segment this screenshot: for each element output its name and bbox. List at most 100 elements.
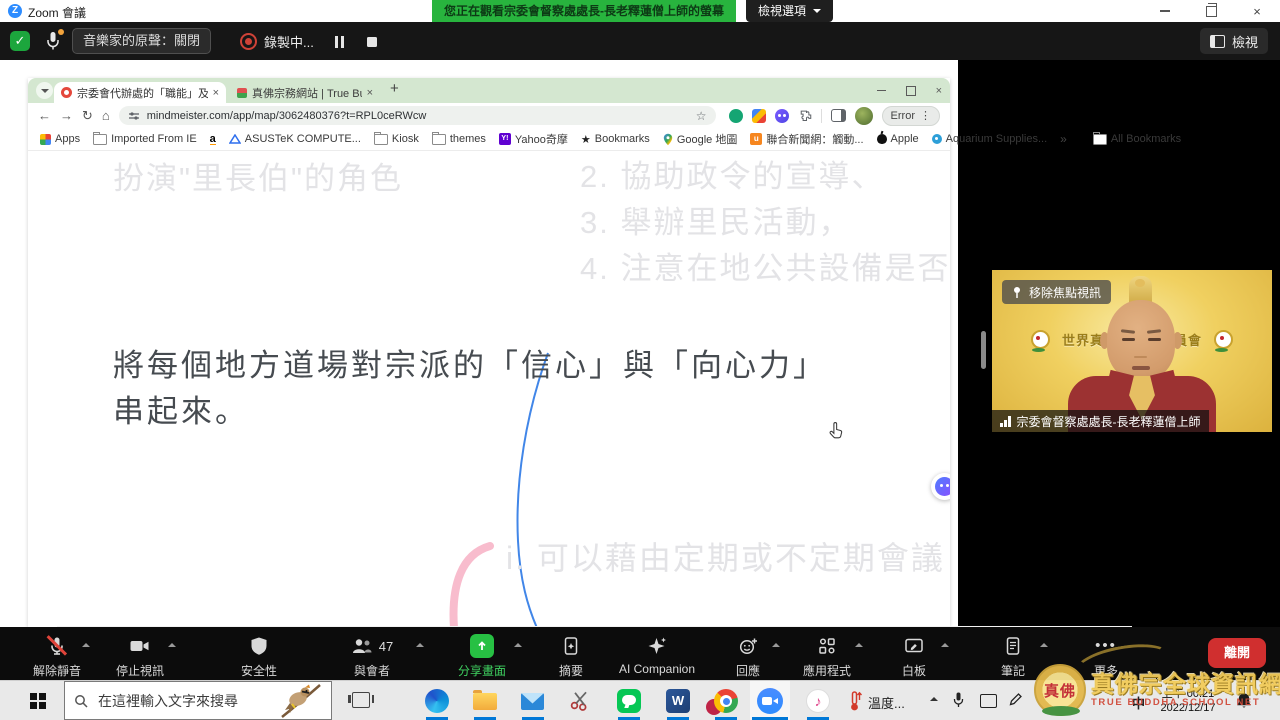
video-options-chevron[interactable] <box>168 643 176 647</box>
share-options-chevron[interactable] <box>514 643 522 647</box>
view-button[interactable]: 檢視 <box>1200 28 1268 54</box>
taskbar-explorer[interactable] <box>473 689 497 713</box>
bookmark-apple[interactable]: Apple <box>877 133 919 145</box>
taskbar-edge[interactable] <box>425 689 449 713</box>
url-text[interactable]: mindmeister.com/app/map/3062480376?t=RPL… <box>147 110 689 122</box>
reactions-chevron[interactable] <box>772 643 780 647</box>
whiteboard-button[interactable]: 白板 <box>874 634 954 679</box>
mindmap-node-faded[interactable]: i. 可以藉由定期或不定期會議 <box>506 533 945 579</box>
browser-minimize-icon[interactable] <box>877 90 886 92</box>
temperature-widget[interactable] <box>848 690 862 717</box>
mindmap-node-faded[interactable]: 扮演"里長伯"的角色 <box>113 153 403 198</box>
audio-options-chevron[interactable] <box>82 643 90 647</box>
pause-recording-button[interactable] <box>335 36 344 48</box>
ime-indicator[interactable]: 中 <box>1132 693 1145 712</box>
new-tab-button[interactable]: + <box>390 80 399 97</box>
tray-mic-icon[interactable] <box>952 691 965 714</box>
notes-chevron[interactable] <box>1040 643 1048 647</box>
side-panel-icon[interactable] <box>831 109 846 122</box>
taskbar-search[interactable] <box>64 681 332 720</box>
home-button[interactable]: ⌂ <box>102 109 110 122</box>
bookmark-asus[interactable]: ASUSTeK COMPUTE... <box>229 133 361 145</box>
mindmap-node-main[interactable]: 將每個地方道場對宗派的「信心」與「向心力」 串起來。 <box>113 343 827 435</box>
taskbar-snipping[interactable] <box>569 689 593 713</box>
remove-spotlight-button[interactable]: 移除焦點視訊 <box>1002 280 1111 304</box>
extensions-puzzle-icon[interactable] <box>798 109 812 123</box>
browser-close-icon[interactable]: × <box>936 85 942 97</box>
bookmark-kiosk-folder[interactable]: Kiosk <box>374 133 419 145</box>
reload-button[interactable]: ↻ <box>82 109 93 122</box>
mindmap-canvas[interactable]: 扮演"里長伯"的角色 2. 協助政令的宣導、 3. 舉辦里民活動， 4. 注意在… <box>28 151 950 627</box>
stop-recording-button[interactable] <box>367 37 377 47</box>
mindmap-node-faded[interactable]: 2. 協助政令的宣導、 <box>580 151 884 196</box>
tab-mindmeister[interactable]: 宗委會代辦處的「職能」及「權限 × <box>54 82 226 103</box>
apps-button[interactable]: 應用程式 <box>787 634 867 679</box>
participants-chevron[interactable] <box>416 643 424 647</box>
minimize-button[interactable] <box>1142 0 1188 22</box>
temperature-label[interactable]: 溫度... <box>868 693 905 712</box>
extension-icon-assistant[interactable] <box>775 109 789 123</box>
all-bookmarks[interactable]: All Bookmarks <box>1093 133 1181 145</box>
bookmark-apps[interactable]: Apps <box>40 133 80 145</box>
forward-button[interactable]: → <box>60 109 73 122</box>
tray-pen-icon[interactable] <box>1008 692 1023 712</box>
taskbar-word[interactable]: W <box>666 689 690 713</box>
task-view-button[interactable] <box>352 692 370 708</box>
share-screen-button[interactable]: 分享畫面 <box>442 634 522 679</box>
browser-menu-icon[interactable]: ⋮ <box>920 109 931 122</box>
security-button[interactable]: 安全性 <box>219 634 299 679</box>
video-panel-handle[interactable] <box>981 331 986 369</box>
taskbar-chrome[interactable] <box>714 689 738 713</box>
taskbar-mail[interactable] <box>521 689 545 713</box>
tab-true-buddha[interactable]: 真佛宗務網站 | True Buddha Sc × <box>230 82 380 103</box>
stop-video-button[interactable]: 停止視訊 <box>100 634 180 679</box>
profile-avatar[interactable] <box>855 107 873 125</box>
bookmark-aquarium[interactable]: Aquarium Supplies... <box>932 133 1048 145</box>
whiteboard-chevron[interactable] <box>941 643 949 647</box>
back-button[interactable]: ← <box>38 109 51 122</box>
tab-close-icon[interactable]: × <box>213 87 219 99</box>
bookmark-bookmarks[interactable]: ★Bookmarks <box>581 133 650 146</box>
address-bar[interactable]: mindmeister.com/app/map/3062480376?t=RPL… <box>119 106 716 125</box>
notes-button[interactable]: 筆記 <box>973 634 1053 679</box>
leave-button[interactable]: 離開 <box>1208 638 1266 668</box>
taskbar-itunes[interactable]: ♪ <box>806 689 830 713</box>
tray-expand-chevron[interactable] <box>930 697 938 701</box>
summary-button[interactable]: 摘要 <box>531 634 611 679</box>
ai-companion-button[interactable]: AI Companion <box>602 634 712 676</box>
tab-search-button[interactable] <box>36 82 53 99</box>
original-sound-button[interactable]: 音樂家的原聲：關閉 <box>72 28 211 54</box>
tray-display-icon[interactable] <box>980 694 997 708</box>
bookmark-amazon[interactable]: a <box>210 134 216 145</box>
bookmark-imported-folder[interactable]: Imported From IE <box>93 133 197 145</box>
error-button[interactable]: Error ⋮ <box>882 106 940 126</box>
extension-icon-green[interactable] <box>729 109 743 123</box>
restore-button[interactable] <box>1188 0 1234 22</box>
taskbar-line[interactable] <box>617 689 641 713</box>
mindmap-node-faded[interactable]: 3. 舉辦里民活動， <box>580 197 851 242</box>
browser-maximize-icon[interactable] <box>906 86 916 96</box>
more-button[interactable]: ••• 更多 <box>1066 634 1146 679</box>
mindmap-node-faded[interactable]: 4. 注意在地公共設備是否 <box>580 243 950 288</box>
bookmark-themes-folder[interactable]: themes <box>432 133 486 145</box>
start-button[interactable] <box>30 693 46 709</box>
view-options-button[interactable]: 檢視選項 <box>746 0 833 22</box>
tray-clock[interactable]: 上午 00:21 2022/12/17 <box>1152 687 1224 715</box>
unmute-button[interactable]: 解除靜音 <box>17 634 97 679</box>
reactions-button[interactable]: 回應 <box>708 634 788 679</box>
taskbar-zoom-active[interactable] <box>750 681 790 720</box>
close-button[interactable]: × <box>1234 0 1280 22</box>
bookmark-star-icon[interactable]: ☆ <box>696 109 707 123</box>
bookmark-udn[interactable]: u聯合新聞網：觸動... <box>750 131 863 147</box>
speaker-video-thumbnail[interactable]: 世界真佛宗宗務委員會 移除焦點視訊 宗委會督察處處長-長老釋蓮僧上師 <box>992 270 1272 432</box>
audio-status-icon[interactable] <box>45 30 63 52</box>
bookmarks-overflow-icon[interactable]: » <box>1060 132 1067 146</box>
security-shield-icon[interactable]: ✓ <box>10 31 30 51</box>
apps-chevron[interactable] <box>855 643 863 647</box>
site-info-icon[interactable] <box>128 110 140 122</box>
bookmark-yahoo[interactable]: Y!Yahoo奇摩 <box>499 131 568 147</box>
participants-button[interactable]: 47 與會者 <box>332 634 412 679</box>
notification-bell-icon[interactable] <box>1236 692 1252 714</box>
tab-close-icon[interactable]: × <box>367 87 373 99</box>
search-input[interactable] <box>96 692 250 710</box>
